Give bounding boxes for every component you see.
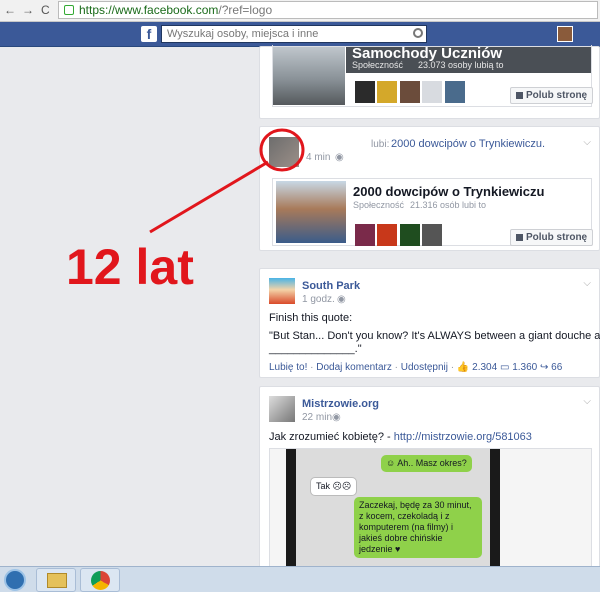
chevron-down-icon[interactable]: ⌵ <box>583 278 591 289</box>
post-image-frame[interactable]: ☺ Ah.. Masz okres? Tak ☹☹ Zaczekaj, będę… <box>269 448 592 574</box>
shares-count[interactable]: 66 <box>551 362 562 373</box>
taskbar-explorer[interactable] <box>36 568 76 592</box>
likes-count[interactable]: 2.304 <box>472 362 497 373</box>
comments-count[interactable]: 1.360 <box>512 362 537 373</box>
south-park-avatar[interactable] <box>269 278 295 304</box>
globe-icon: ◉ <box>332 412 341 423</box>
comment-link[interactable]: Dodaj komentarz <box>316 362 392 373</box>
chrome-icon <box>91 571 110 590</box>
angry-face-icon: ☹☹ <box>330 481 352 491</box>
chevron-down-icon[interactable]: ⌵ <box>583 396 591 407</box>
post-text-line1: Finish this quote: <box>269 312 353 324</box>
chat-msg3-text: Zaczekaj, będę za 30 minut, z kocem, cze… <box>359 500 472 554</box>
shares-icon: ↪ <box>540 362 549 373</box>
post-time[interactable]: 22 min <box>302 412 332 423</box>
feed-story-mistrzowie: Mistrzowie.org 22 min ◉ ⌵ Jak zrozumieć … <box>259 386 600 574</box>
chat-area: ☺ Ah.. Masz okres? Tak ☹☹ Zaczekaj, będę… <box>296 449 490 574</box>
post-actions: Lubię to! · Dodaj komentarz · Udostępnij… <box>269 362 563 373</box>
globe-icon: ◉ <box>337 294 346 305</box>
share-link[interactable]: Udostępnij <box>401 362 448 373</box>
post-link[interactable]: http://mistrzowie.org/581063 <box>394 431 532 443</box>
author-name[interactable]: Mistrzowie.org <box>302 398 379 410</box>
likes-icon: 👍 <box>456 362 470 373</box>
author-name[interactable]: South Park <box>302 280 360 292</box>
chat-msg2-text: Tak <box>316 481 331 491</box>
red-pointer-line <box>149 160 269 234</box>
start-button[interactable] <box>4 569 26 591</box>
annotation-text: 12 lat <box>66 239 194 295</box>
chat-message-1: ☺ Ah.. Masz okres? <box>381 455 472 472</box>
post-time[interactable]: 1 godz. <box>302 294 335 305</box>
taskbar-chrome[interactable] <box>80 568 120 592</box>
mistrzowie-avatar[interactable] <box>269 396 295 422</box>
chat-screenshot: ☺ Ah.. Masz okres? Tak ☹☹ Zaczekaj, będę… <box>286 449 500 574</box>
folder-icon <box>47 573 67 588</box>
chat-message-2: Tak ☹☹ <box>310 477 358 496</box>
post-text-line3: ______________." <box>269 343 362 355</box>
chat-message-3: Zaczekaj, będę za 30 minut, z kocem, cze… <box>354 497 482 558</box>
heart-icon: ♥ <box>392 544 401 554</box>
post-text: Jak zrozumieć kobietę? - http://mistrzow… <box>269 431 532 443</box>
chat-msg1-text: Ah.. Masz okres? <box>397 458 467 468</box>
windows-taskbar <box>0 566 600 592</box>
comments-icon: ▭ <box>499 362 510 373</box>
smiley-icon: ☺ <box>386 458 398 468</box>
like-link[interactable]: Lubię to! <box>269 362 307 373</box>
post-text-body: Jak zrozumieć kobietę? - <box>269 431 394 443</box>
feed-story-south-park: South Park 1 godz. ◉ ⌵ Finish this quote… <box>259 268 600 378</box>
post-text-line2: "But Stan... Don't you know? It's ALWAYS… <box>269 330 600 342</box>
